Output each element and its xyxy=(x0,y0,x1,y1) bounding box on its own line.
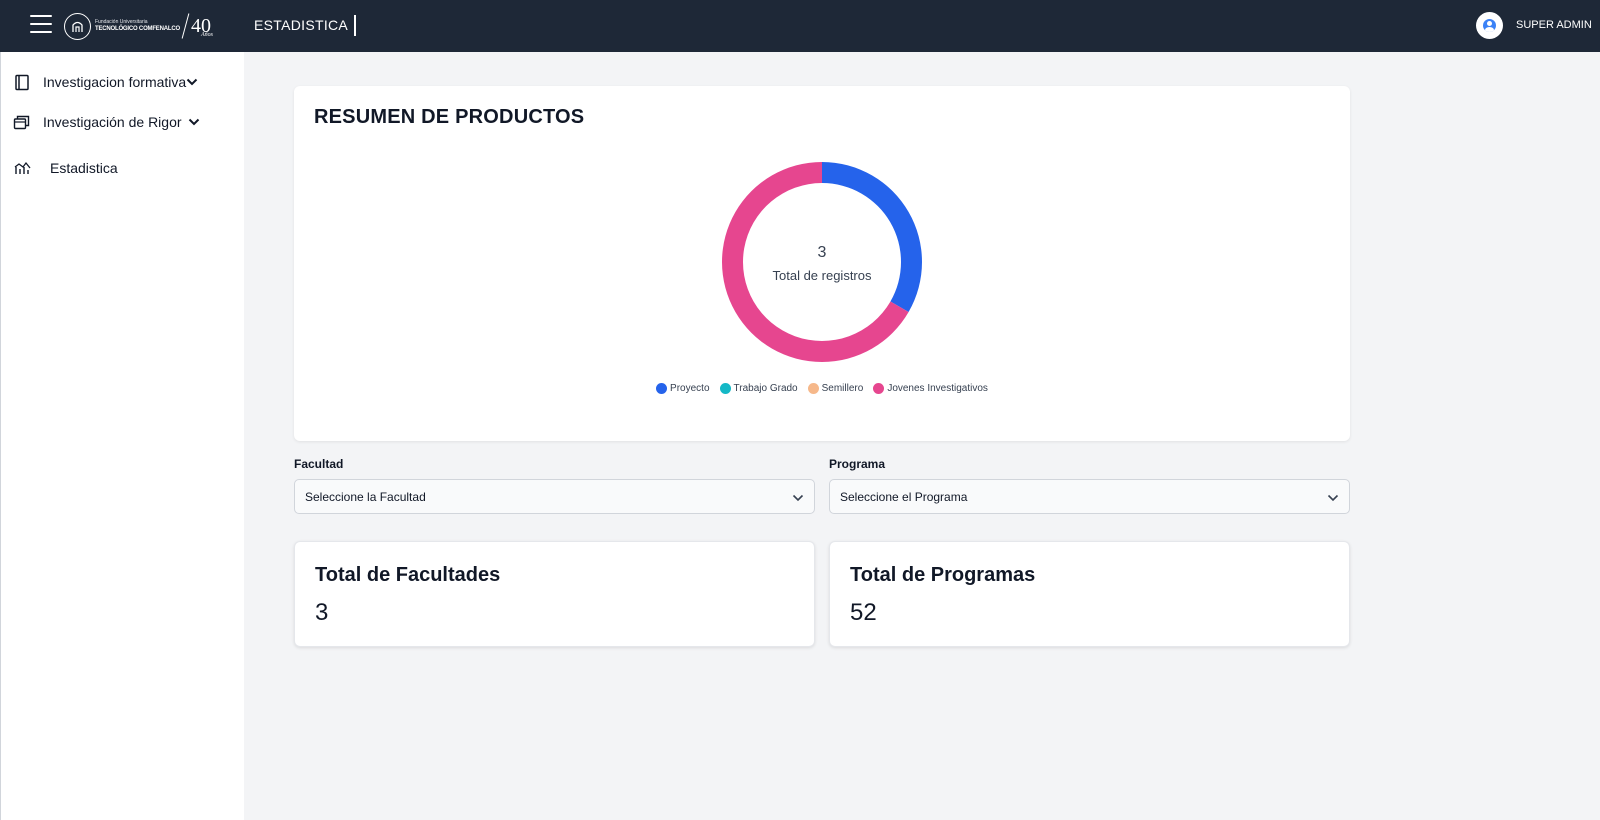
donut-slice-proyecto[interactable] xyxy=(822,162,922,312)
legend-label: Jovenes Investigativos xyxy=(887,383,988,394)
menu-icon[interactable] xyxy=(30,15,52,35)
programa-select[interactable]: Seleccione el Programa xyxy=(829,479,1350,514)
sidebar-item-investigacion-formativa[interactable]: Investigacion formativa xyxy=(13,73,200,91)
stat-value: 3 xyxy=(315,599,329,626)
chevron-down-icon xyxy=(1327,491,1339,505)
summary-card: RESUMEN DE PRODUCTOS 3 Total de registro… xyxy=(294,86,1350,441)
stat-title: Total de Programas xyxy=(850,564,1036,586)
sidebar-item-label: Estadistica xyxy=(50,160,118,176)
chevron-down-icon[interactable] xyxy=(188,115,202,129)
legend-item[interactable]: Jovenes Investigativos xyxy=(873,383,988,394)
logo-line1: Fundación Universitaria xyxy=(95,19,148,25)
sidebar-item-investigacion-rigor[interactable]: Investigación de Rigor xyxy=(13,113,202,131)
legend-label: Semillero xyxy=(821,383,864,394)
legend-item[interactable]: Trabajo Grado xyxy=(719,383,798,394)
programa-label: Programa xyxy=(829,457,886,471)
top-bar: Fundación Universitaria TECNOLÓGICO COMF… xyxy=(0,0,1600,52)
legend-dot xyxy=(873,383,885,394)
total-records-label: Total de registros xyxy=(772,268,872,283)
header-divider xyxy=(354,15,356,36)
page-title: ESTADISTICA xyxy=(254,17,349,33)
facultad-select[interactable]: Seleccione la Facultad xyxy=(294,479,815,514)
stat-value: 52 xyxy=(850,599,877,626)
total-facultades-card: Total de Facultades 3 xyxy=(294,541,815,647)
total-programas-card: Total de Programas 52 xyxy=(829,541,1350,647)
user-avatar-icon[interactable] xyxy=(1476,12,1503,39)
legend-dot xyxy=(656,383,668,394)
logo-anniversary: 40 Años xyxy=(190,15,213,38)
total-records-value: 3 xyxy=(817,244,827,261)
legend-dot xyxy=(807,383,819,394)
user-name[interactable]: SUPER ADMIN xyxy=(1516,19,1592,31)
logo-line2: TECNOLÓGICO COMFENALCO xyxy=(95,26,180,32)
chevron-down-icon[interactable] xyxy=(186,75,200,89)
folders-icon xyxy=(13,113,31,131)
chevron-down-icon xyxy=(792,491,804,505)
book-icon xyxy=(13,73,31,91)
legend-item[interactable]: Proyecto xyxy=(656,383,710,394)
sidebar-item-label: Investigacion formativa xyxy=(43,74,187,90)
chart-legend: Proyecto Trabajo Grado Semillero Jovenes In… xyxy=(294,383,1350,394)
logo[interactable]: Fundación Universitaria TECNOLÓGICO COMF… xyxy=(64,12,213,40)
sidebar-item-label: Investigación de Rigor xyxy=(43,114,182,130)
logo-emblem-icon xyxy=(64,12,91,40)
stat-title: Total de Facultades xyxy=(315,564,501,586)
chart-line-icon xyxy=(13,159,31,177)
legend-dot xyxy=(719,383,731,394)
sidebar: Investigacion formativa Investigación de… xyxy=(0,52,244,820)
facultad-label: Facultad xyxy=(294,457,344,471)
legend-item[interactable]: Semillero xyxy=(807,383,864,394)
programa-select-value: Seleccione el Programa xyxy=(840,489,968,504)
facultad-select-value: Seleccione la Facultad xyxy=(305,489,426,504)
legend-label: Proyecto xyxy=(670,383,710,394)
sidebar-item-estadistica[interactable]: Estadistica xyxy=(13,159,118,177)
legend-label: Trabajo Grado xyxy=(733,383,798,394)
